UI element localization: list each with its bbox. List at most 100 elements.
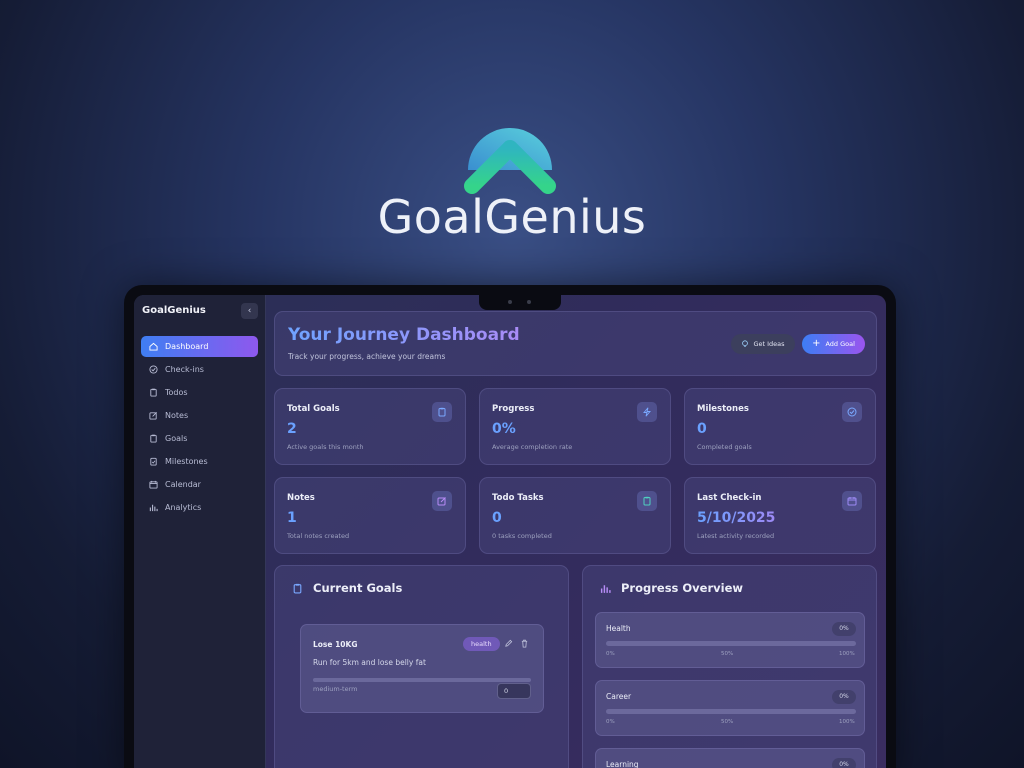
stat-card-milestones: Milestones 0 Completed goals (684, 388, 876, 465)
brand-name: GoalGenius (377, 190, 647, 244)
clipboard-icon (149, 434, 158, 443)
sidebar: GoalGenius ‹ Dashboard Check-ins Todos N (134, 295, 266, 768)
bar-chart-icon (600, 585, 611, 593)
lightning-icon (637, 402, 657, 422)
goal-progress-bar (313, 678, 531, 682)
progress-item-health: Health 0% 0% 50% 100% (595, 612, 865, 668)
lightbulb-icon (742, 340, 749, 347)
sidebar-item-check-ins[interactable]: Check-ins (141, 359, 258, 380)
goal-title: Lose 10KG (313, 640, 358, 649)
add-goal-button[interactable]: + Add Goal (802, 334, 865, 354)
clipboard-icon (432, 402, 452, 422)
plus-icon: + (812, 338, 821, 349)
stat-label: Milestones (697, 404, 749, 414)
edit-icon (149, 411, 158, 420)
stat-desc: 0 tasks completed (492, 532, 552, 540)
progress-label: Learning (606, 760, 639, 768)
sidebar-item-label: Dashboard (165, 342, 209, 351)
sidebar-item-milestones[interactable]: Milestones (141, 451, 258, 472)
stat-value: 0% (492, 421, 516, 437)
edit-icon (432, 491, 452, 511)
current-goals-title: Current Goals (313, 581, 403, 595)
progress-percent-badge: 0% (832, 690, 856, 704)
progress-overview-panel: Progress Overview Health 0% 0% 50% 100% … (582, 565, 877, 768)
stat-label: Last Check-in (697, 493, 762, 503)
sidebar-item-label: Check-ins (165, 365, 204, 374)
tick-label: 0% (606, 651, 615, 657)
stat-card-todo-tasks: Todo Tasks 0 0 tasks completed (479, 477, 671, 554)
goal-category-badge: health (463, 637, 500, 651)
progress-percent-badge: 0% (832, 622, 856, 636)
page-title: Your Journey Dashboard (288, 325, 520, 345)
stat-card-last-check-in: Last Check-in 5/10/2025 Latest activity … (684, 477, 876, 554)
get-ideas-label: Get Ideas (753, 340, 785, 348)
stat-label: Progress (492, 404, 535, 414)
progress-bar (606, 709, 856, 714)
tick-label: 100% (839, 719, 855, 725)
home-icon (149, 342, 158, 351)
app-screen: GoalGenius ‹ Dashboard Check-ins Todos N (134, 295, 886, 768)
edit-icon[interactable] (504, 639, 513, 648)
sidebar-item-label: Calendar (165, 480, 201, 489)
stat-card-notes: Notes 1 Total notes created (274, 477, 466, 554)
progress-overview-title: Progress Overview (621, 581, 744, 595)
calendar-icon (842, 491, 862, 511)
stat-desc: Total notes created (287, 532, 350, 540)
sidebar-item-label: Notes (165, 411, 189, 420)
check-circle-icon (842, 402, 862, 422)
progress-item-learning: Learning 0% (595, 748, 865, 768)
stat-label: Total Goals (287, 404, 340, 414)
stat-value: 5/10/2025 (697, 510, 776, 526)
goal-progress-input[interactable]: 0 (497, 683, 531, 699)
progress-label: Career (606, 692, 632, 701)
goalgenius-logo-icon (464, 128, 556, 194)
goal-description: Run for 5km and lose belly fat (313, 658, 426, 667)
camera-notch (479, 295, 561, 310)
bar-chart-icon (149, 503, 158, 512)
clipboard-check-icon (149, 457, 158, 466)
stat-desc: Latest activity recorded (697, 532, 775, 540)
stat-card-total-goals: Total Goals 2 Active goals this month (274, 388, 466, 465)
sidebar-item-todos[interactable]: Todos (141, 382, 258, 403)
check-circle-icon (149, 365, 158, 374)
sidebar-item-goals[interactable]: Goals (141, 428, 258, 449)
sidebar-item-notes[interactable]: Notes (141, 405, 258, 426)
stat-desc: Average completion rate (492, 443, 573, 451)
clipboard-icon (637, 491, 657, 511)
clipboard-icon (149, 388, 158, 397)
sidebar-item-calendar[interactable]: Calendar (141, 474, 258, 495)
dashboard-header: Your Journey Dashboard Track your progre… (274, 311, 877, 376)
stat-desc: Completed goals (697, 443, 752, 451)
tick-label: 50% (721, 651, 734, 657)
progress-percent-badge: 0% (832, 758, 856, 768)
stat-value: 0 (697, 421, 707, 437)
trash-icon[interactable] (520, 639, 529, 648)
get-ideas-button[interactable]: Get Ideas (731, 334, 795, 354)
sidebar-item-analytics[interactable]: Analytics (141, 497, 258, 518)
sidebar-item-label: Goals (165, 434, 188, 443)
stat-card-progress: Progress 0% Average completion rate (479, 388, 671, 465)
tick-label: 50% (721, 719, 734, 725)
goal-term: medium-term (313, 685, 358, 693)
progress-bar (606, 641, 856, 646)
sidebar-item-label: Todos (165, 388, 188, 397)
stat-value: 0 (492, 510, 502, 526)
chevron-left-icon[interactable]: ‹ (241, 303, 258, 319)
goal-card[interactable]: Lose 10KG health Run for 5km and lose be… (300, 624, 544, 713)
tick-label: 100% (839, 651, 855, 657)
sidebar-title: GoalGenius (142, 305, 206, 316)
current-goals-panel: Current Goals Lose 10KG health Run for 5… (274, 565, 569, 768)
page-subtitle: Track your progress, achieve your dreams (288, 352, 446, 361)
add-goal-label: Add Goal (825, 340, 855, 348)
stat-value: 2 (287, 421, 297, 437)
sidebar-item-label: Milestones (165, 457, 208, 466)
sidebar-item-dashboard[interactable]: Dashboard (141, 336, 258, 357)
progress-item-career: Career 0% 0% 50% 100% (595, 680, 865, 736)
progress-label: Health (606, 624, 631, 633)
tick-label: 0% (606, 719, 615, 725)
stat-label: Notes (287, 493, 315, 503)
clipboard-icon (293, 583, 302, 594)
stat-value: 1 (287, 510, 297, 526)
stat-label: Todo Tasks (492, 493, 544, 503)
stat-desc: Active goals this month (287, 443, 364, 451)
